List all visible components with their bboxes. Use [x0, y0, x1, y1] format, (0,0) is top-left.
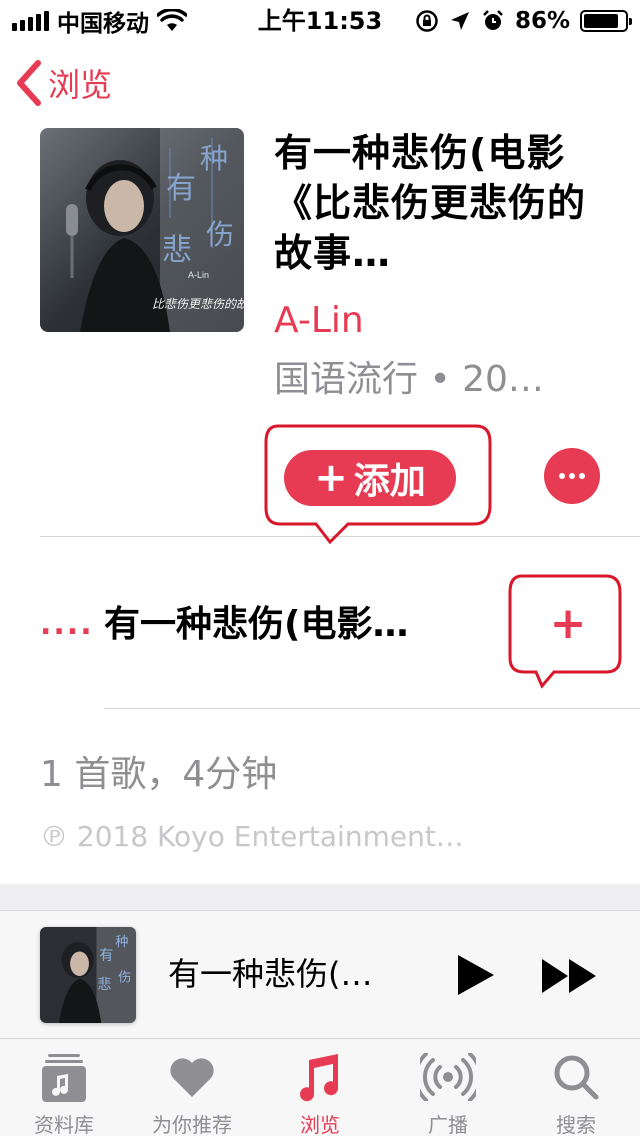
add-album-button[interactable]: + 添加 [284, 450, 456, 506]
tab-radio[interactable]: 广播 [384, 1039, 512, 1136]
more-options-button[interactable] [544, 448, 600, 504]
tab-search[interactable]: 搜索 [512, 1039, 640, 1136]
tab-label: 为你推荐 [152, 1113, 232, 1136]
svg-text:比悲伤更悲伤的故事: 比悲伤更悲伤的故事 [152, 297, 244, 311]
copyright-text: ℗ 2018 Koyo Entertainment… [40, 820, 464, 853]
tab-browse[interactable]: 浏览 [256, 1039, 384, 1136]
svg-text:种: 种 [200, 142, 228, 175]
svg-text:悲: 悲 [162, 233, 192, 268]
section-separator [0, 884, 640, 910]
track-playing-indicator: .... [40, 607, 94, 642]
radio-icon [420, 1051, 476, 1103]
signal-strength-icon [12, 11, 49, 31]
battery-icon [580, 10, 632, 32]
svg-text:A-Lin: A-Lin [188, 270, 209, 280]
album-artwork: 有 种 悲 伤 A-Lin 比悲伤更悲伤的故事 [40, 128, 244, 332]
track-title[interactable]: 有一种悲伤(电影… [104, 600, 504, 650]
svg-text:伤: 伤 [206, 218, 234, 251]
tab-library[interactable]: 资料库 [0, 1039, 128, 1136]
back-button-label: 浏览 [48, 66, 113, 104]
heart-icon [164, 1051, 220, 1103]
more-dots-icon [559, 473, 565, 479]
album-title: 有一种悲伤(电影《比悲伤更悲伤的故事… [274, 131, 587, 275]
play-icon [458, 955, 494, 995]
mini-player[interactable]: 有 种 悲 伤 有一种悲伤(… [0, 910, 640, 1038]
back-button[interactable]: 浏览 [16, 58, 112, 108]
plus-icon: + [314, 455, 348, 501]
play-button[interactable] [454, 953, 496, 997]
tab-label: 浏览 [300, 1113, 340, 1136]
svg-text:伤: 伤 [118, 970, 131, 986]
orientation-lock-icon [416, 10, 438, 32]
status-bar: 中国移动 上午11:53 86% [0, 0, 640, 40]
album-genre-year: 国语流行 • 20… [274, 359, 544, 400]
carrier-name: 中国移动 [57, 11, 149, 37]
song-count-duration: 1 首歌，4分钟 [40, 754, 278, 795]
add-track-button[interactable]: + [538, 600, 598, 650]
add-button-label: 添加 [353, 461, 426, 502]
svg-text:有: 有 [166, 171, 196, 206]
tab-for-you[interactable]: 为你推荐 [128, 1039, 256, 1136]
tab-label: 广播 [428, 1113, 468, 1136]
battery-percentage: 86% [514, 8, 570, 34]
fast-forward-icon [542, 959, 596, 993]
album-artist-link[interactable]: A-Lin [274, 296, 364, 346]
plus-icon: + [549, 598, 587, 649]
chevron-left-icon [17, 60, 41, 106]
location-icon [450, 12, 469, 30]
divider [104, 708, 640, 709]
alarm-icon [483, 10, 503, 30]
tab-label: 资料库 [34, 1113, 94, 1136]
library-icon [36, 1051, 92, 1103]
svg-text:种: 种 [115, 934, 128, 950]
tab-bar: 资料库 为你推荐 浏览 广播 搜索 [0, 1038, 640, 1136]
now-playing-artwork: 有 种 悲 伤 [40, 927, 136, 1023]
wifi-icon [157, 9, 187, 31]
tab-label: 搜索 [556, 1113, 596, 1136]
fast-forward-button[interactable] [540, 957, 598, 995]
search-icon [548, 1051, 604, 1103]
now-playing-title: 有一种悲伤(… [168, 955, 373, 993]
svg-text:悲: 悲 [97, 976, 111, 993]
music-note-icon [292, 1051, 348, 1103]
svg-text:有: 有 [99, 948, 113, 964]
divider [40, 536, 640, 537]
